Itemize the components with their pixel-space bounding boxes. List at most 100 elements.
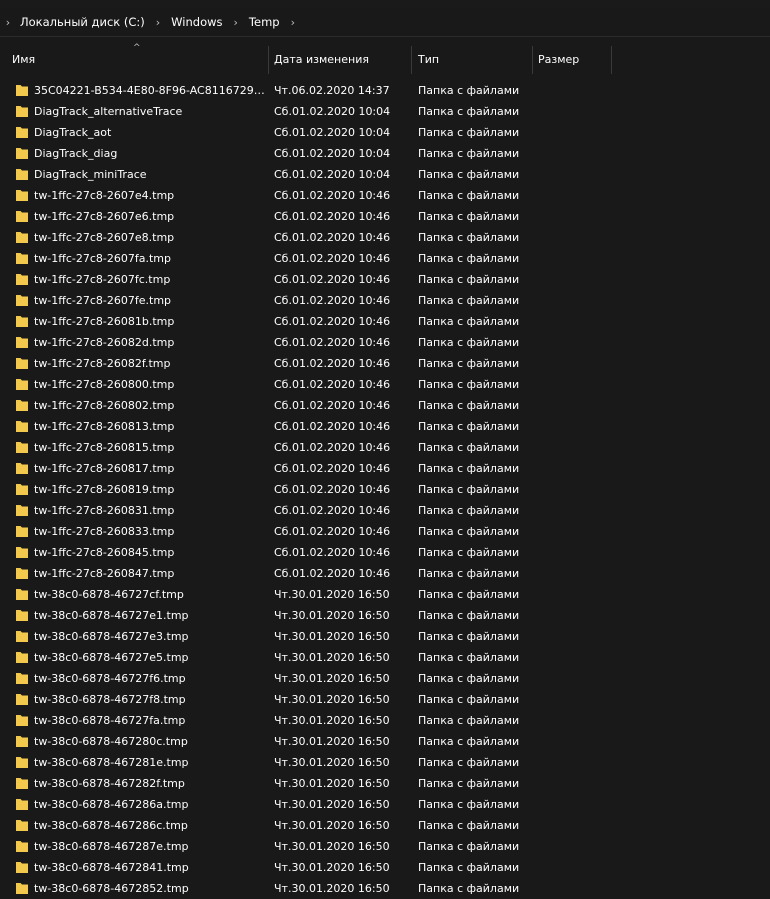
file-row[interactable]: tw-1ffc-27c8-260831.tmp Сб.01.02.2020 10:…	[0, 500, 770, 521]
file-row[interactable]: tw-1ffc-27c8-260819.tmp Сб.01.02.2020 10:…	[0, 479, 770, 500]
file-row[interactable]: DiagTrack_aot Сб.01.02.2020 10:04 Папка с …	[0, 122, 770, 143]
folder-icon	[16, 379, 28, 390]
chevron-right-icon[interactable]: ›	[0, 8, 16, 37]
file-type: Папка с файлами	[418, 336, 520, 349]
file-row[interactable]: tw-1ffc-27c8-2607e6.tmp Сб.01.02.2020 10:…	[0, 206, 770, 227]
file-name: tw-38c0-6878-46727e5.tmp	[34, 651, 189, 664]
file-row[interactable]: DiagTrack_miniTrace Сб.01.02.2020 10:04 Па…	[0, 164, 770, 185]
file-row[interactable]: DiagTrack_alternativeTrace Сб.01.02.2020 …	[0, 101, 770, 122]
file-row[interactable]: tw-38c0-6878-467281e.tmp Чт.30.01.2020 16…	[0, 752, 770, 773]
file-type: Папка с файлами	[418, 483, 520, 496]
folder-icon	[16, 274, 28, 285]
file-row[interactable]: tw-1ffc-27c8-260802.tmp Сб.01.02.2020 10:…	[0, 395, 770, 416]
file-row[interactable]: tw-38c0-6878-467286c.tmp Чт.30.01.2020 16…	[0, 815, 770, 836]
chevron-right-icon[interactable]: ›	[227, 16, 245, 29]
file-row[interactable]: 35C04221-B534-4E80-8F96-AC8116729B57... Ч…	[0, 80, 770, 101]
chevron-right-icon[interactable]: ›	[284, 16, 302, 29]
file-type: Папка с файлами	[418, 378, 520, 391]
file-row[interactable]: tw-38c0-6878-46727f6.tmp Чт.30.01.2020 16…	[0, 668, 770, 689]
folder-icon	[16, 505, 28, 516]
file-row[interactable]: tw-1ffc-27c8-260847.tmp Сб.01.02.2020 10:…	[0, 563, 770, 584]
folder-icon	[16, 316, 28, 327]
breadcrumb-local-disk[interactable]: Локальный диск (C:)	[16, 15, 149, 29]
address-bar[interactable]: › Локальный диск (C:) › Windows › Temp ›	[0, 8, 770, 37]
file-row[interactable]: tw-1ffc-27c8-260845.tmp Сб.01.02.2020 10:…	[0, 542, 770, 563]
file-name: tw-38c0-6878-467287e.tmp	[34, 840, 189, 853]
file-type: Папка с файлами	[418, 357, 520, 370]
file-row[interactable]: tw-1ffc-27c8-260813.tmp Сб.01.02.2020 10:…	[0, 416, 770, 437]
folder-icon	[16, 106, 28, 117]
file-name: tw-1ffc-27c8-260802.tmp	[34, 399, 175, 412]
file-row[interactable]: tw-38c0-6878-46727cf.tmp Чт.30.01.2020 16…	[0, 584, 770, 605]
file-date: Сб.01.02.2020 10:46	[274, 336, 391, 349]
column-header-date[interactable]: Дата изменения	[268, 46, 412, 74]
file-row[interactable]: tw-38c0-6878-46727e1.tmp Чт.30.01.2020 16…	[0, 605, 770, 626]
file-row[interactable]: tw-1ffc-27c8-26082d.tmp Сб.01.02.2020 10:…	[0, 332, 770, 353]
chevron-right-icon[interactable]: ›	[149, 16, 167, 29]
folder-icon	[16, 736, 28, 747]
file-date: Сб.01.02.2020 10:46	[274, 483, 391, 496]
folder-icon	[16, 400, 28, 411]
file-date: Чт.30.01.2020 16:50	[274, 840, 390, 853]
file-row[interactable]: tw-38c0-6878-467280c.tmp Чт.30.01.2020 16…	[0, 731, 770, 752]
file-type: Папка с файлами	[418, 840, 520, 853]
file-row[interactable]: DiagTrack_diag Сб.01.02.2020 10:04 Папка с…	[0, 143, 770, 164]
file-row[interactable]: tw-1ffc-27c8-2607e8.tmp Сб.01.02.2020 10:…	[0, 227, 770, 248]
file-row[interactable]: tw-1ffc-27c8-260800.tmp Сб.01.02.2020 10:…	[0, 374, 770, 395]
file-row[interactable]: tw-38c0-6878-467282f.tmp Чт.30.01.2020 16…	[0, 773, 770, 794]
column-header-type[interactable]: Тип	[412, 46, 532, 74]
file-row[interactable]: tw-1ffc-27c8-260817.tmp Сб.01.02.2020 10:…	[0, 458, 770, 479]
file-row[interactable]: tw-1ffc-27c8-2607e4.tmp Сб.01.02.2020 10:…	[0, 185, 770, 206]
folder-icon	[16, 568, 28, 579]
file-row[interactable]: tw-38c0-6878-46727fa.tmp Чт.30.01.2020 16…	[0, 710, 770, 731]
file-name: tw-1ffc-27c8-260819.tmp	[34, 483, 175, 496]
file-type: Папка с файлами	[418, 210, 520, 223]
file-date: Сб.01.02.2020 10:46	[274, 525, 391, 538]
file-row[interactable]: tw-1ffc-27c8-260833.tmp Сб.01.02.2020 10:…	[0, 521, 770, 542]
column-header-size[interactable]: Размер	[532, 46, 612, 74]
file-type: Папка с файлами	[418, 651, 520, 664]
file-row[interactable]: tw-1ffc-27c8-26081b.tmp Сб.01.02.2020 10:…	[0, 311, 770, 332]
file-type: Папка с файлами	[418, 693, 520, 706]
file-row[interactable]: tw-38c0-6878-46727f8.tmp Чт.30.01.2020 16…	[0, 689, 770, 710]
file-type: Папка с файлами	[418, 273, 520, 286]
file-name: tw-38c0-6878-467280c.tmp	[34, 735, 188, 748]
file-row[interactable]: tw-38c0-6878-4672841.tmp Чт.30.01.2020 16…	[0, 857, 770, 878]
file-type: Папка с файлами	[418, 588, 520, 601]
file-name: tw-1ffc-27c8-2607e8.tmp	[34, 231, 175, 244]
file-row[interactable]: tw-1ffc-27c8-260815.tmp Сб.01.02.2020 10:…	[0, 437, 770, 458]
file-type: Папка с файлами	[418, 504, 520, 517]
file-list: 35C04221-B534-4E80-8F96-AC8116729B57... Ч…	[0, 80, 770, 899]
column-divider[interactable]	[611, 46, 612, 74]
file-row[interactable]: tw-38c0-6878-467286a.tmp Чт.30.01.2020 16…	[0, 794, 770, 815]
column-header-name[interactable]: Имя	[6, 46, 268, 74]
file-name: DiagTrack_diag	[34, 147, 118, 160]
file-row[interactable]: tw-1ffc-27c8-2607fe.tmp Сб.01.02.2020 10:…	[0, 290, 770, 311]
breadcrumb-windows[interactable]: Windows	[167, 15, 226, 29]
file-date: Сб.01.02.2020 10:46	[274, 420, 391, 433]
file-row[interactable]: tw-1ffc-27c8-2607fa.tmp Сб.01.02.2020 10:…	[0, 248, 770, 269]
file-row[interactable]: tw-38c0-6878-46727e3.tmp Чт.30.01.2020 16…	[0, 626, 770, 647]
file-row[interactable]: tw-38c0-6878-46727e5.tmp Чт.30.01.2020 16…	[0, 647, 770, 668]
file-type: Папка с файлами	[418, 546, 520, 559]
file-type: Папка с файлами	[418, 525, 520, 538]
file-name: tw-38c0-6878-467282f.tmp	[34, 777, 185, 790]
folder-icon	[16, 442, 28, 453]
file-name: tw-38c0-6878-46727f6.tmp	[34, 672, 186, 685]
file-type: Папка с файлами	[418, 441, 520, 454]
file-row[interactable]: tw-1ffc-27c8-2607fc.tmp Сб.01.02.2020 10:…	[0, 269, 770, 290]
file-row[interactable]: tw-1ffc-27c8-26082f.tmp Сб.01.02.2020 10:…	[0, 353, 770, 374]
file-type: Папка с файлами	[418, 756, 520, 769]
file-row[interactable]: tw-38c0-6878-467287e.tmp Чт.30.01.2020 16…	[0, 836, 770, 857]
file-type: Папка с файлами	[418, 399, 520, 412]
file-date: Сб.01.02.2020 10:46	[274, 546, 391, 559]
file-date: Сб.01.02.2020 10:46	[274, 252, 391, 265]
file-name: tw-1ffc-27c8-26082d.tmp	[34, 336, 175, 349]
folder-icon	[16, 337, 28, 348]
file-name: tw-1ffc-27c8-2607e4.tmp	[34, 189, 175, 202]
breadcrumb-temp[interactable]: Temp	[245, 15, 284, 29]
file-type: Папка с файлами	[418, 294, 520, 307]
folder-icon	[16, 148, 28, 159]
folder-icon	[16, 547, 28, 558]
folder-icon	[16, 295, 28, 306]
